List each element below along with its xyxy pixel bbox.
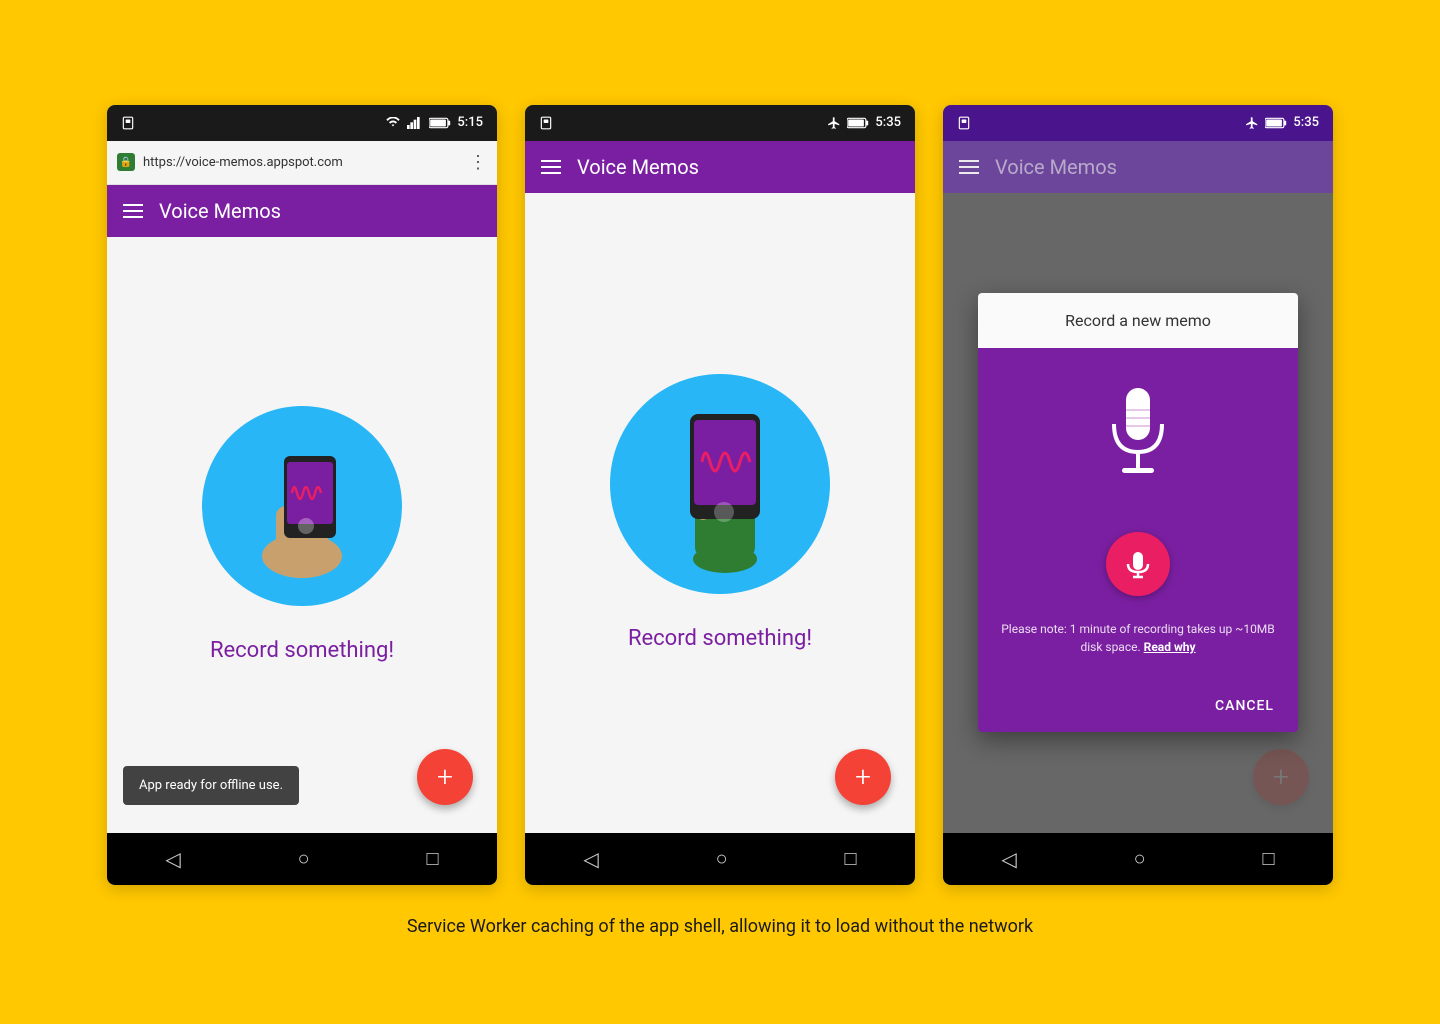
read-why-link[interactable]: Read why: [1144, 640, 1196, 654]
airplane-icon-2: [827, 116, 841, 130]
time-1: 5:15: [457, 115, 483, 130]
sim-icon: [121, 116, 135, 130]
mic-large: [1098, 380, 1178, 504]
url-bar[interactable]: 🔒 https://voice-memos.appspot.com ⋮: [107, 141, 497, 185]
dialog-box: Record a new memo: [978, 293, 1298, 732]
fab-2[interactable]: +: [835, 749, 891, 805]
status-bar-1: 5:15: [107, 105, 497, 141]
url-text: https://voice-memos.appspot.com: [143, 155, 461, 170]
nav-bar-3: ◁ ○ □: [943, 833, 1333, 885]
wifi-icon: [385, 117, 401, 129]
back-icon-2[interactable]: ◁: [583, 847, 598, 871]
hamburger-icon-2[interactable]: [541, 160, 561, 174]
nav-bar-1: ◁ ○ □: [107, 833, 497, 885]
dialog-overlay: Record a new memo: [943, 193, 1333, 833]
cancel-button[interactable]: CANCEL: [1199, 688, 1290, 724]
main-content-1: Record something! App ready for offline …: [107, 237, 497, 833]
home-icon-3[interactable]: ○: [1134, 846, 1146, 871]
status-bar-3: 5:35: [943, 105, 1333, 141]
recents-icon-3[interactable]: □: [1262, 846, 1274, 871]
airplane-icon-3: [1245, 116, 1259, 130]
battery-icon-2: [847, 117, 869, 129]
sim-icon-2: [539, 116, 553, 130]
record-text-1: Record something!: [210, 638, 394, 663]
dialog-title: Record a new memo: [978, 293, 1298, 348]
home-icon-2[interactable]: ○: [716, 846, 728, 871]
hamburger-icon-1[interactable]: [123, 204, 143, 218]
dialog-note-text: Please note: 1 minute of recording takes…: [998, 620, 1278, 656]
sim-icon-3: [957, 116, 971, 130]
app-bar-2: Voice Memos: [525, 141, 915, 193]
back-icon-3[interactable]: ◁: [1001, 847, 1016, 871]
battery-icon-3: [1265, 117, 1287, 129]
phones-container: 5:15 🔒 https://voice-memos.appspot.com ⋮…: [107, 105, 1333, 885]
main-content-2: Record something! +: [525, 193, 915, 833]
phone-2: 5:35 Voice Memos: [525, 105, 915, 885]
signal-icon: [407, 117, 423, 129]
phone-1: 5:15 🔒 https://voice-memos.appspot.com ⋮…: [107, 105, 497, 885]
app-title-3: Voice Memos: [995, 155, 1117, 179]
status-right-2: 5:35: [827, 115, 901, 130]
time-2: 5:35: [875, 115, 901, 130]
status-right-3: 5:35: [1245, 115, 1319, 130]
circle-illustration-1: [202, 406, 402, 606]
plus-icon-1: +: [437, 760, 453, 793]
app-bar-1: Voice Memos: [107, 185, 497, 237]
caption: Service Worker caching of the app shell,…: [407, 913, 1033, 940]
status-right-1: 5:15: [385, 115, 483, 130]
time-3: 5:35: [1293, 115, 1319, 130]
battery-icon: [429, 117, 451, 129]
dialog-body: Please note: 1 minute of recording takes…: [978, 348, 1298, 684]
fab-1[interactable]: +: [417, 749, 473, 805]
snackbar: App ready for offline use.: [123, 766, 299, 805]
phone-3: 5:35 Voice Memos Record a new memo: [943, 105, 1333, 885]
recents-icon-2[interactable]: □: [844, 846, 856, 871]
status-bar-2: 5:35: [525, 105, 915, 141]
nav-bar-2: ◁ ○ □: [525, 833, 915, 885]
app-title-2: Voice Memos: [577, 155, 699, 179]
plus-icon-2: +: [855, 760, 871, 793]
back-icon-1[interactable]: ◁: [165, 847, 180, 871]
lock-icon: 🔒: [117, 153, 135, 171]
circle-illustration-2: [610, 374, 830, 594]
hamburger-icon-3[interactable]: [959, 160, 979, 174]
dots-menu-icon[interactable]: ⋮: [469, 152, 487, 173]
record-text-2: Record something!: [628, 626, 812, 651]
main-content-3: Record a new memo: [943, 193, 1333, 833]
home-icon-1[interactable]: ○: [298, 846, 310, 871]
dialog-actions: CANCEL: [978, 684, 1298, 732]
app-title-1: Voice Memos: [159, 199, 281, 223]
mic-record-button[interactable]: [1106, 532, 1170, 596]
recents-icon-1[interactable]: □: [426, 846, 438, 871]
app-bar-3: Voice Memos: [943, 141, 1333, 193]
